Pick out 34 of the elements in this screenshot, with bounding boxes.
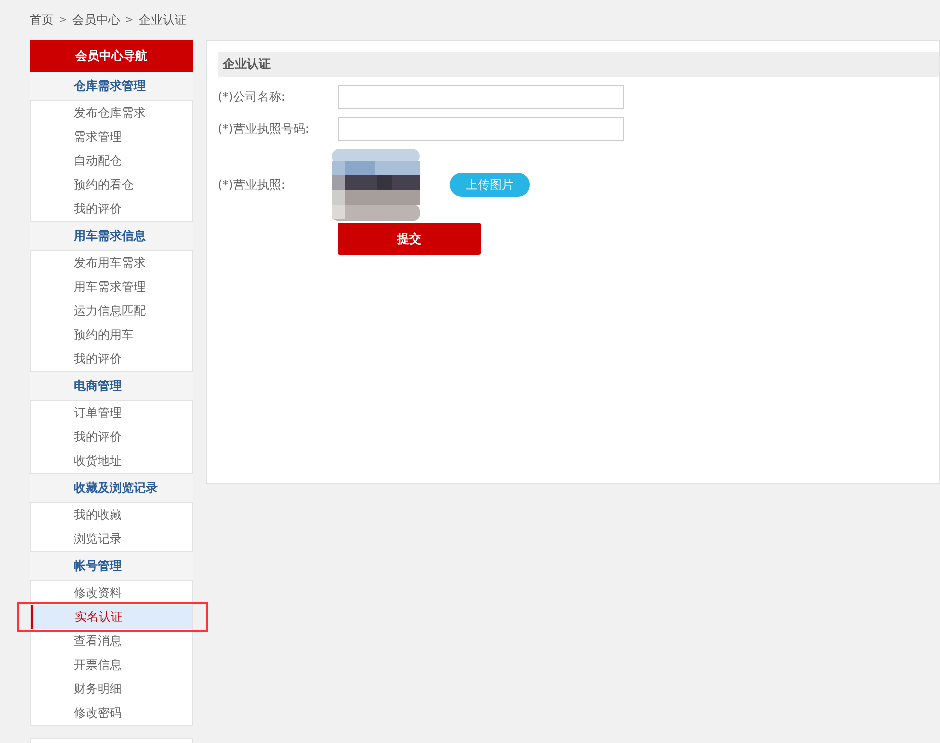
form-title: 企业认证 (218, 52, 939, 77)
sidebar-item[interactable]: 需求管理 (31, 125, 192, 149)
input-field[interactable] (338, 85, 624, 109)
sidebar-item[interactable]: 开票信息 (31, 653, 192, 677)
sidebar-item[interactable]: 用车需求管理 (31, 275, 192, 299)
sidebar-item[interactable]: 发布用车需求 (31, 251, 192, 275)
field-label: (*)公司名称: (218, 88, 286, 106)
sidebar-item[interactable]: 收货地址 (31, 449, 192, 473)
sidebar-item[interactable]: 实名认证 (31, 605, 192, 629)
submit-button[interactable]: 提交 (338, 223, 481, 255)
sidebar-item[interactable]: 修改密码 (31, 701, 192, 725)
sidebar-item[interactable]: 运力信息匹配 (31, 299, 192, 323)
sidebar-item[interactable]: 我的收藏 (31, 503, 192, 527)
sidebar-item[interactable]: 财务明细 (31, 677, 192, 701)
breadcrumb-separator: > (125, 14, 134, 26)
sidebar-item[interactable]: 预约的看仓 (31, 173, 192, 197)
sidebar-item[interactable]: 订单管理 (31, 401, 192, 425)
sidebar-item[interactable]: 预约的用车 (31, 323, 192, 347)
sidebar-item[interactable]: 发布仓库需求 (31, 101, 192, 125)
sidebar-item[interactable]: 修改资料 (31, 581, 192, 605)
breadcrumb-link[interactable]: 会员中心 (72, 12, 120, 28)
sidebar-item[interactable]: 我的评价 (31, 347, 192, 371)
breadcrumb-link[interactable]: 首页 (30, 12, 54, 28)
sidebar-item[interactable]: 我的评价 (31, 425, 192, 449)
field-label: (*)营业执照号码: (218, 120, 310, 138)
sidebar-item[interactable]: 查看消息 (31, 629, 192, 653)
sidebar-title: 会员中心导航 (30, 40, 193, 72)
breadcrumb-separator: > (59, 14, 68, 26)
sidebar-item[interactable]: 我的评价 (31, 197, 192, 221)
input-field[interactable] (338, 117, 624, 141)
field-label: (*)营业执照: (218, 176, 286, 194)
breadcrumb-link[interactable]: 企业认证 (138, 12, 187, 28)
sidebar-item[interactable]: 浏览记录 (31, 527, 192, 551)
sidebar-item[interactable]: 自动配仓 (31, 149, 192, 173)
